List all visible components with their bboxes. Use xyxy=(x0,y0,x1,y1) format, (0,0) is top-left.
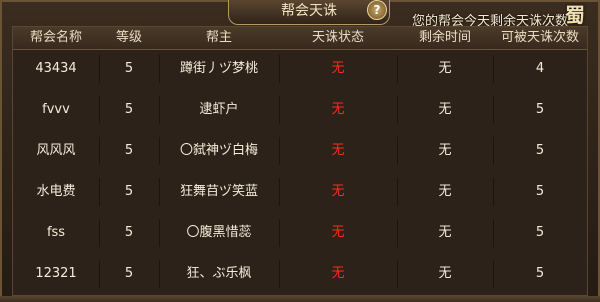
column-divider xyxy=(99,137,100,165)
cell-level: 5 xyxy=(124,143,134,158)
table-header: 帮会名称 等级 帮主 天诛状态 剩余时间 可被天诛次数 xyxy=(13,27,587,50)
cell-name: fvvv xyxy=(42,102,70,117)
column-divider xyxy=(159,96,160,124)
table-row[interactable]: 43434 5 蹲街丿ヅ梦桃 无 无 4 xyxy=(13,49,587,89)
cell-times: 5 xyxy=(535,102,545,117)
cell-remaining: 无 xyxy=(438,102,452,117)
column-divider xyxy=(99,96,100,124)
cell-status: 无 xyxy=(331,143,345,158)
column-divider xyxy=(279,55,280,83)
col-leader: 帮主 xyxy=(205,30,232,45)
cell-status: 无 xyxy=(331,225,345,240)
table-row[interactable]: 风风风 5 〇弑神ヅ白梅 无 无 5 xyxy=(13,131,587,171)
cell-leader: 〇腹黑惜蕊 xyxy=(186,225,252,240)
col-guild-name: 帮会名称 xyxy=(29,30,82,45)
col-remaining-time: 剩余时间 xyxy=(418,30,471,45)
table-row[interactable]: fvvv 5 逮虾户 无 无 5 xyxy=(13,90,587,130)
column-divider xyxy=(159,178,160,206)
cell-times: 5 xyxy=(535,184,545,199)
column-divider xyxy=(493,55,494,83)
guild-table: 帮会名称 等级 帮主 天诛状态 剩余时间 可被天诛次数 43434 5 蹲街丿ヅ梦桃… xyxy=(12,26,588,296)
cell-name: 风风风 xyxy=(36,143,76,158)
column-divider xyxy=(493,137,494,165)
column-divider xyxy=(279,219,280,247)
cell-level: 5 xyxy=(124,184,134,199)
column-divider xyxy=(493,260,494,288)
cell-level: 5 xyxy=(124,102,134,117)
column-divider xyxy=(397,260,398,288)
column-divider xyxy=(397,219,398,247)
cell-level: 5 xyxy=(124,225,134,240)
cell-times: 4 xyxy=(535,61,545,76)
column-divider xyxy=(279,137,280,165)
help-button[interactable]: ? xyxy=(367,0,387,20)
column-divider xyxy=(397,96,398,124)
col-times: 可被天诛次数 xyxy=(500,30,579,45)
cell-remaining: 无 xyxy=(438,61,452,76)
cell-name: 43434 xyxy=(35,61,77,76)
cell-times: 5 xyxy=(535,143,545,158)
col-status: 天诛状态 xyxy=(311,30,364,45)
column-divider xyxy=(159,260,160,288)
column-divider xyxy=(493,178,494,206)
column-divider xyxy=(279,178,280,206)
cell-remaining: 无 xyxy=(438,225,452,240)
column-divider xyxy=(159,219,160,247)
cell-leader: 〇弑神ヅ白梅 xyxy=(179,143,258,158)
cell-level: 5 xyxy=(124,61,134,76)
cell-leader: 狂、ぶ乐枫 xyxy=(186,266,252,281)
column-divider xyxy=(397,178,398,206)
table-row[interactable]: 12321 5 狂、ぶ乐枫 无 无 5 xyxy=(13,254,587,294)
cell-remaining: 无 xyxy=(438,143,452,158)
cell-times: 5 xyxy=(535,266,545,281)
column-divider xyxy=(99,178,100,206)
cell-name: 水电费 xyxy=(36,184,76,199)
column-divider xyxy=(159,137,160,165)
column-divider xyxy=(397,55,398,83)
column-divider xyxy=(279,260,280,288)
cell-remaining: 无 xyxy=(438,266,452,281)
column-divider xyxy=(99,260,100,288)
cell-leader: 狂舞䒤ヅ笑蓝 xyxy=(179,184,258,199)
cell-status: 无 xyxy=(331,102,345,117)
col-level: 等级 xyxy=(115,30,142,45)
table-row[interactable]: 水电费 5 狂舞䒤ヅ笑蓝 无 无 5 xyxy=(13,172,587,212)
column-divider xyxy=(99,219,100,247)
table-row[interactable]: fss 5 〇腹黑惜蕊 无 无 5 xyxy=(13,213,587,253)
column-divider xyxy=(99,55,100,83)
cell-leader: 蹲街丿ヅ梦桃 xyxy=(179,61,258,76)
column-divider xyxy=(159,55,160,83)
cell-level: 5 xyxy=(124,266,134,281)
cell-leader: 逮虾户 xyxy=(199,102,239,117)
column-divider xyxy=(397,137,398,165)
cell-status: 无 xyxy=(331,266,345,281)
cell-times: 5 xyxy=(535,225,545,240)
cell-status: 无 xyxy=(331,184,345,199)
cell-name: 12321 xyxy=(35,266,77,281)
cell-name: fss xyxy=(46,225,66,240)
bottom-border xyxy=(0,296,600,302)
panel-title: 帮会天诛 xyxy=(228,0,390,25)
column-divider xyxy=(493,219,494,247)
cell-status: 无 xyxy=(331,61,345,76)
column-divider xyxy=(493,96,494,124)
column-divider xyxy=(279,96,280,124)
cell-remaining: 无 xyxy=(438,184,452,199)
